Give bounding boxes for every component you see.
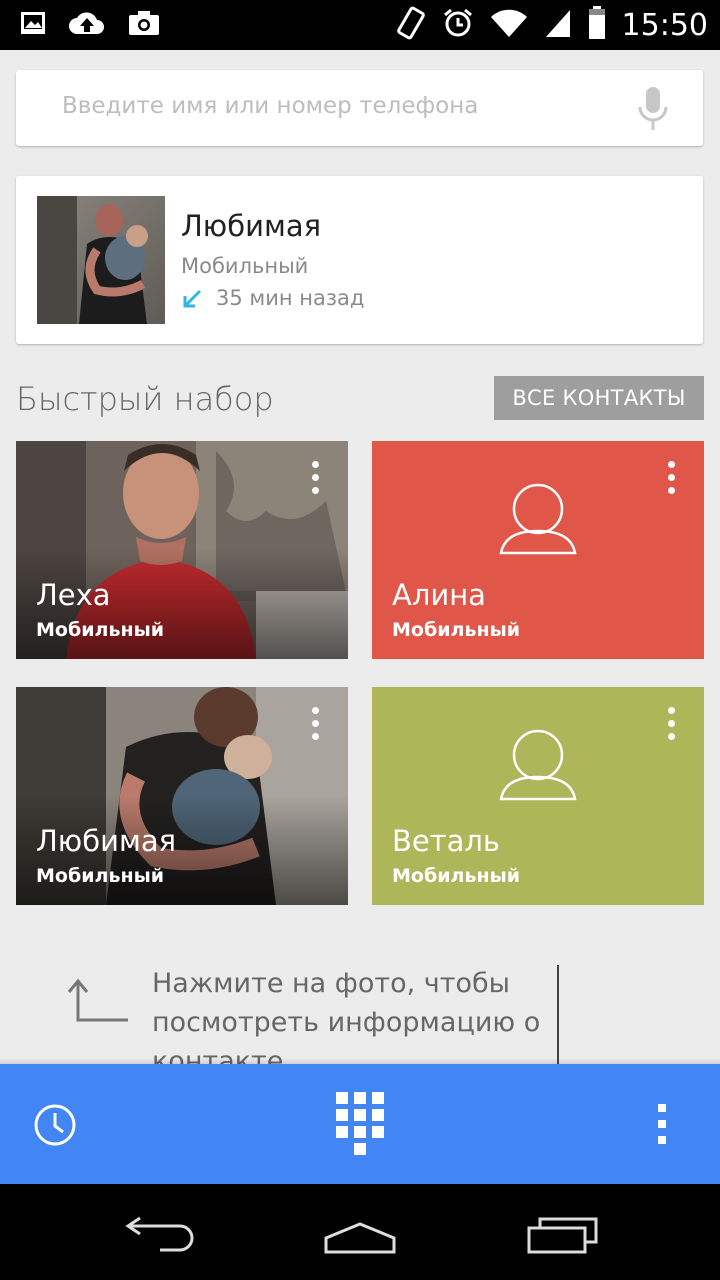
recent-contact-name: Любимая	[181, 209, 322, 243]
tile-contact-type: Мобильный	[392, 865, 521, 887]
camera-icon	[128, 10, 160, 40]
mic-icon[interactable]	[637, 86, 669, 136]
speed-dial-tile[interactable]: Веталь Мобильный	[372, 687, 704, 905]
tile-contact-name: Алина	[392, 578, 486, 612]
tile-overflow-menu-icon[interactable]	[668, 461, 676, 499]
incoming-call-arrow-icon	[181, 288, 203, 314]
navigation-bar	[0, 1184, 720, 1280]
alarm-icon	[442, 7, 474, 43]
default-avatar-icon	[499, 483, 577, 559]
corner-arrow-icon	[66, 978, 132, 1028]
bottom-action-bar	[0, 1064, 720, 1184]
overflow-menu-icon[interactable]	[658, 1104, 668, 1148]
home-icon[interactable]	[322, 1220, 398, 1258]
status-bar: 15:50	[0, 0, 720, 50]
speed-dial-tile[interactable]: Любимая Мобильный	[16, 687, 348, 905]
tile-overflow-menu-icon[interactable]	[312, 461, 320, 499]
recent-call-card[interactable]: Любимая Мобильный 35 мин назад	[16, 176, 703, 344]
tile-contact-name: Любимая	[36, 824, 177, 858]
back-icon[interactable]	[124, 1216, 196, 1256]
tile-contact-type: Мобильный	[36, 619, 165, 641]
recent-call-time: 35 мин назад	[216, 286, 365, 310]
signal-icon	[544, 8, 572, 42]
battery-icon	[588, 6, 606, 44]
history-icon[interactable]	[32, 1102, 78, 1152]
status-time: 15:50	[621, 7, 708, 43]
all-contacts-button[interactable]: ВСЕ КОНТАКТЫ	[494, 376, 704, 420]
tile-contact-name: Веталь	[392, 824, 501, 858]
dialpad-icon[interactable]	[334, 1092, 386, 1160]
image-icon	[20, 10, 46, 40]
tile-overflow-menu-icon[interactable]	[312, 707, 320, 745]
search-box[interactable]: Введите имя или номер телефона	[16, 70, 703, 146]
search-input[interactable]: Введите имя или номер телефона	[62, 93, 478, 119]
hint-divider	[557, 965, 559, 1064]
speed-dial-tile[interactable]: Леха Мобильный	[16, 441, 348, 659]
tile-contact-type: Мобильный	[36, 865, 165, 887]
speed-dial-tile[interactable]: Алина Мобильный	[372, 441, 704, 659]
speed-dial-title: Быстрый набор	[16, 380, 274, 418]
recent-contact-photo[interactable]	[37, 196, 165, 324]
tile-contact-name: Леха	[36, 578, 111, 612]
dialer-content: Введите имя или номер телефона Любимая М…	[0, 50, 720, 1064]
wifi-icon	[490, 8, 528, 42]
recent-contact-type: Мобильный	[181, 254, 309, 278]
hint-text: Нажмите на фото, чтобы посмотреть информ…	[152, 968, 541, 1064]
vibrate-icon	[396, 6, 426, 44]
default-avatar-icon	[499, 729, 577, 805]
cloud-upload-icon	[68, 10, 106, 40]
tile-contact-type: Мобильный	[392, 619, 521, 641]
recents-icon[interactable]	[526, 1214, 600, 1258]
hint-area: Нажмите на фото, чтобы посмотреть информ…	[0, 960, 720, 1064]
tile-overflow-menu-icon[interactable]	[668, 707, 676, 745]
